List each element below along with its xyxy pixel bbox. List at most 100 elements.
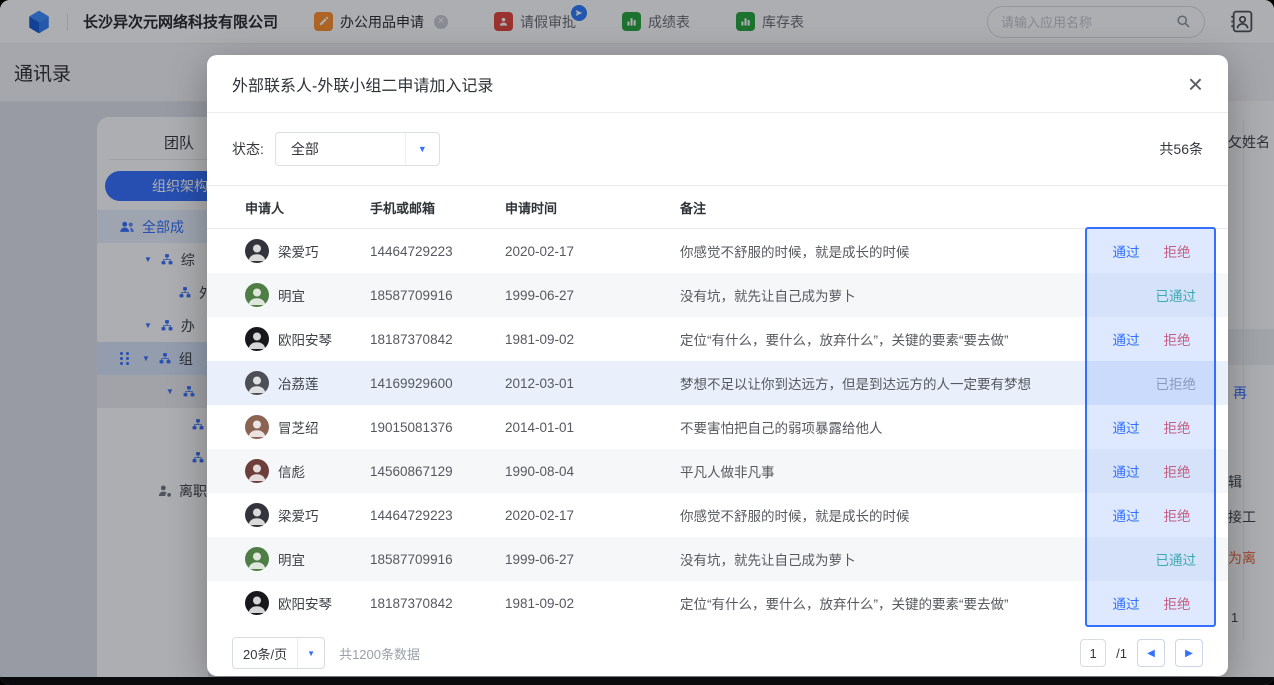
data-total-label: 共1200条数据 [339, 644, 420, 663]
reject-link[interactable]: 拒绝 [1164, 461, 1191, 481]
records-table: 申请人手机或邮箱申请时间备注 梁爱巧144647292232020-02-17你… [207, 185, 1228, 625]
total-count: 共56条 [1159, 139, 1203, 159]
applicant-cell: 冒芝绍 [245, 415, 370, 439]
actions-cell: 通过 拒绝 [1089, 461, 1214, 481]
phone-cell: 18587709916 [370, 288, 505, 303]
table-row: 欧阳安琴181873708421981-09-02定位“有什么，要什么，放弃什么… [207, 581, 1228, 625]
app-window: 长沙异次元网络科技有限公司 办公用品申请×请假审批成绩表库存表 请输入应用名称 … [0, 0, 1274, 685]
screen-frame-edge [0, 677, 1274, 685]
approve-link[interactable]: 通过 [1113, 505, 1140, 525]
date-cell: 1999-06-27 [505, 552, 680, 567]
reject-link[interactable]: 拒绝 [1164, 417, 1191, 437]
avatar [245, 239, 269, 263]
actions-cell: 已拒绝 [1089, 373, 1214, 393]
phone-cell: 14464729223 [370, 244, 505, 259]
column-header: 手机或邮箱 [370, 198, 505, 217]
status-approved-label: 已通过 [1089, 285, 1214, 305]
modal-header: 外部联系人-外联小组二申请加入记录 × [207, 55, 1228, 113]
reject-link[interactable]: 拒绝 [1164, 505, 1191, 525]
applicant-cell: 梁爱巧 [245, 503, 370, 527]
approve-link[interactable]: 通过 [1113, 461, 1140, 481]
applicant-cell: 冶荔莲 [245, 371, 370, 395]
column-header: 备注 [680, 198, 1089, 217]
close-icon[interactable]: × [1188, 74, 1203, 94]
actions-cell: 通过 拒绝 [1089, 241, 1214, 261]
note-cell: 梦想不足以让你到达远方，但是到达远方的人一定要有梦想 [680, 373, 1089, 393]
application-records-modal: 外部联系人-外联小组二申请加入记录 × 状态: 全部 ▼ 共56条 申请人手机或… [207, 55, 1228, 676]
page-size-value: 20条/页 [233, 644, 297, 663]
reject-link[interactable]: 拒绝 [1164, 593, 1191, 613]
applicant-name: 明宜 [278, 549, 305, 569]
chevron-down-icon[interactable]: ▼ [297, 638, 324, 668]
avatar [245, 283, 269, 307]
status-filter-label: 状态: [232, 139, 264, 159]
table-row: 梁爱巧 144647292232020-02-17你感觉不舒服的时候，就是成长的时… [207, 229, 1228, 273]
phone-cell: 18187370842 [370, 332, 505, 347]
phone-cell: 14560867129 [370, 464, 505, 479]
page-total-label: /1 [1116, 646, 1127, 661]
applicant-cell: 梁爱巧 [245, 239, 370, 263]
approve-link[interactable]: 通过 [1113, 593, 1140, 613]
applicant-name: 梁爱巧 [278, 241, 319, 261]
next-page-button[interactable]: ▶ [1175, 639, 1203, 667]
modal-title: 外部联系人-外联小组二申请加入记录 [232, 72, 493, 96]
note-cell: 你感觉不舒服的时候，就是成长的时候 [680, 241, 1089, 261]
table-header: 申请人手机或邮箱申请时间备注 [207, 185, 1228, 229]
table-row: 欧阳安琴 181873708421981-09-02定位“有什么，要什么，放弃什么… [207, 317, 1228, 361]
note-cell: 不要害怕把自己的弱项暴露给他人 [680, 417, 1089, 437]
applicant-name: 欧阳安琴 [278, 593, 332, 613]
table-row: 冶荔莲 141699296002012-03-01梦想不足以让你到达远方，但是到达… [207, 361, 1228, 405]
phone-cell: 19015081376 [370, 420, 505, 435]
column-header: 申请人 [245, 198, 370, 217]
avatar [245, 459, 269, 483]
date-cell: 2020-02-17 [505, 244, 680, 259]
table-row: 明宜185877099161999-06-27没有坑，就先让自己成为萝卜已通过 [207, 537, 1228, 581]
actions-cell: 通过 拒绝 [1089, 329, 1214, 349]
phone-cell: 14169929600 [370, 376, 505, 391]
actions-cell: 通过 拒绝 [1089, 593, 1214, 613]
approve-link[interactable]: 通过 [1113, 241, 1140, 261]
status-select-value: 全部 [276, 139, 319, 159]
date-cell: 1999-06-27 [505, 288, 680, 303]
approve-link[interactable]: 通过 [1113, 329, 1140, 349]
applicant-name: 冶荔莲 [278, 373, 319, 393]
prev-page-button[interactable]: ◀ [1137, 639, 1165, 667]
applicant-name: 明宜 [278, 285, 305, 305]
note-cell: 没有坑，就先让自己成为萝卜 [680, 285, 1089, 305]
table-row: 冒芝绍190150813762014-01-01不要害怕把自己的弱项暴露给他人通… [207, 405, 1228, 449]
reject-link[interactable]: 拒绝 [1164, 241, 1191, 261]
date-cell: 1981-09-02 [505, 332, 680, 347]
phone-cell: 18187370842 [370, 596, 505, 611]
column-header: 申请时间 [505, 198, 680, 217]
actions-cell: 通过 拒绝 [1089, 417, 1214, 437]
status-rejected-label: 已拒绝 [1089, 373, 1214, 393]
applicant-name: 欧阳安琴 [278, 329, 332, 349]
applicant-cell: 欧阳安琴 [245, 591, 370, 615]
note-cell: 你感觉不舒服的时候，就是成长的时候 [680, 505, 1089, 525]
page-size-select[interactable]: 20条/页 ▼ [232, 637, 325, 669]
phone-cell: 14464729223 [370, 508, 505, 523]
applicant-name: 冒芝绍 [278, 417, 319, 437]
applicant-cell: 明宜 [245, 283, 370, 307]
date-cell: 1981-09-02 [505, 596, 680, 611]
date-cell: 2014-01-01 [505, 420, 680, 435]
avatar [245, 503, 269, 527]
pagination: 1 /1 ◀ ▶ [1080, 639, 1203, 667]
filter-row: 状态: 全部 ▼ 共56条 [207, 113, 1228, 185]
applicant-name: 信彪 [278, 461, 305, 481]
modal-footer: 20条/页 ▼ 共1200条数据 1 /1 ◀ ▶ [207, 625, 1228, 669]
actions-cell: 已通过 [1089, 285, 1214, 305]
status-select[interactable]: 全部 ▼ [275, 132, 440, 166]
approve-link[interactable]: 通过 [1113, 417, 1140, 437]
applicant-cell: 欧阳安琴 [245, 327, 370, 351]
applicant-cell: 信彪 [245, 459, 370, 483]
date-cell: 2012-03-01 [505, 376, 680, 391]
actions-cell: 通过 拒绝 [1089, 505, 1214, 525]
actions-cell: 已通过 [1089, 549, 1214, 569]
current-page-box[interactable]: 1 [1080, 639, 1106, 667]
chevron-down-icon[interactable]: ▼ [405, 133, 439, 165]
applicant-name: 梁爱巧 [278, 505, 319, 525]
reject-link[interactable]: 拒绝 [1164, 329, 1191, 349]
note-cell: 定位“有什么，要什么，放弃什么”，关键的要素“要去做” [680, 329, 1089, 349]
avatar [245, 591, 269, 615]
